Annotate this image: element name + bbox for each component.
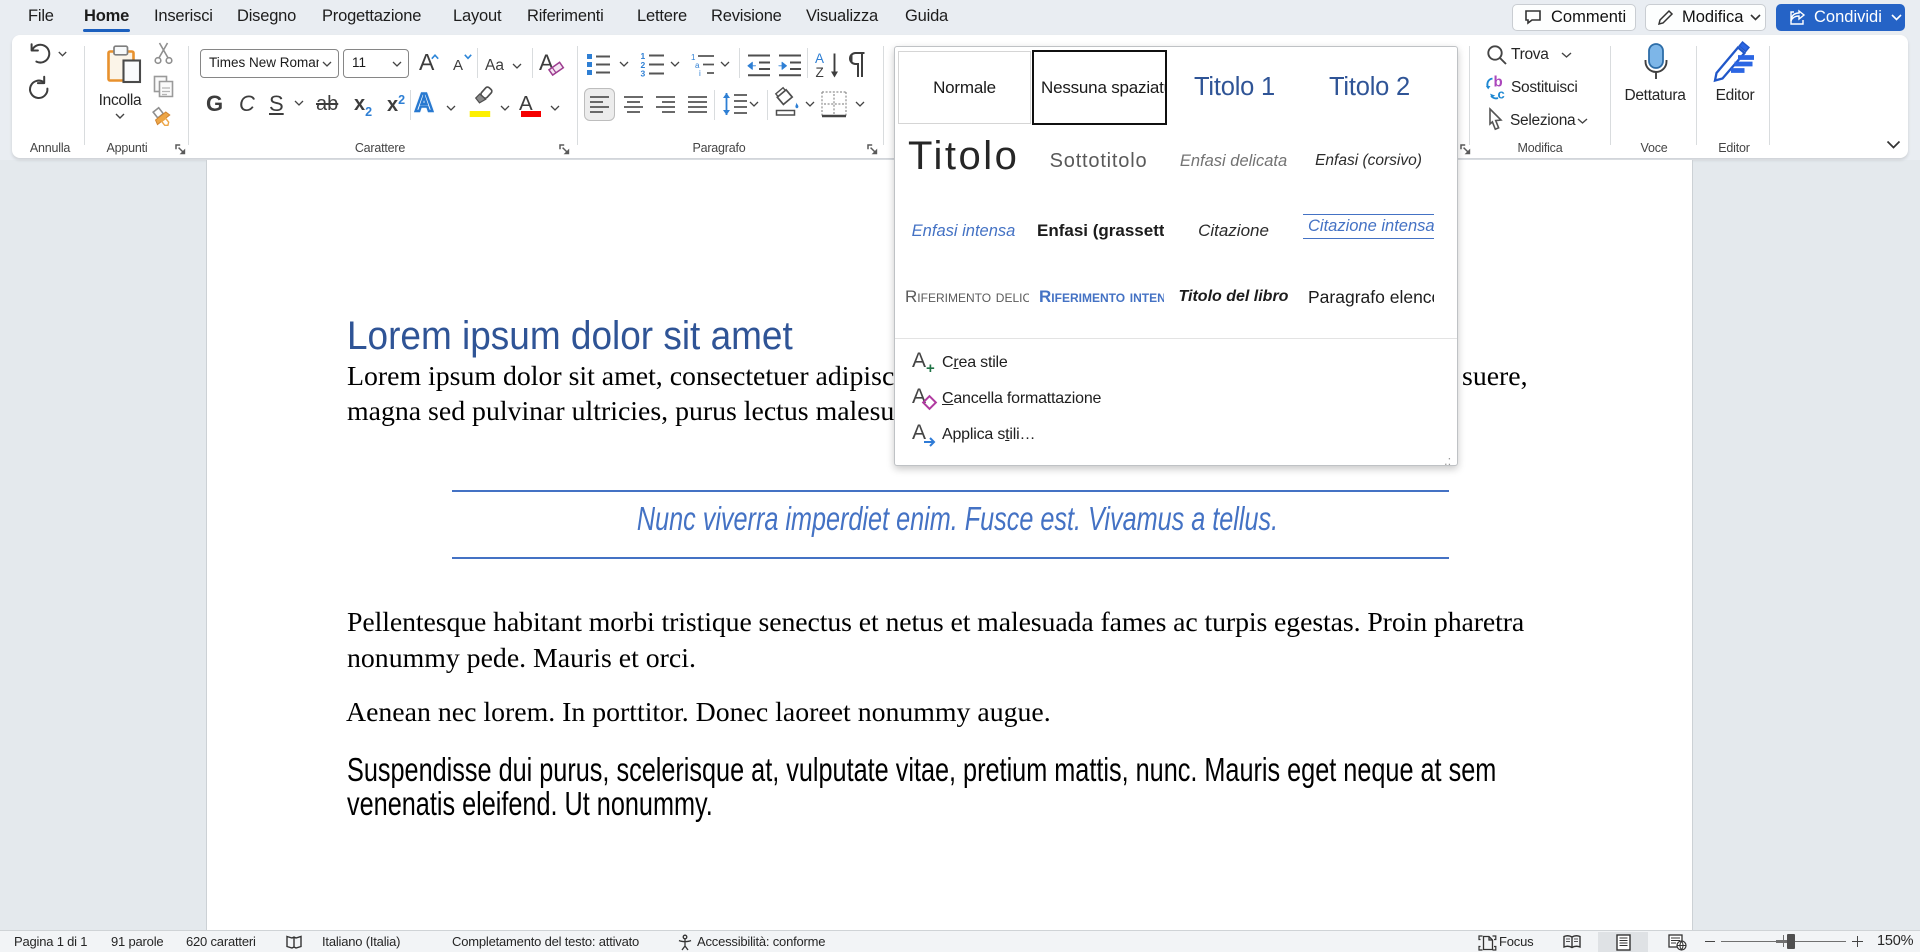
svg-text:A: A bbox=[815, 51, 824, 66]
svg-text:+: + bbox=[926, 360, 935, 377]
svg-text:Z: Z bbox=[816, 65, 824, 80]
svg-text:c: c bbox=[1498, 87, 1505, 102]
svg-text:A: A bbox=[912, 421, 926, 444]
svg-text:3: 3 bbox=[641, 69, 646, 79]
svg-text:i: i bbox=[699, 69, 701, 78]
svg-text:A: A bbox=[912, 349, 926, 372]
